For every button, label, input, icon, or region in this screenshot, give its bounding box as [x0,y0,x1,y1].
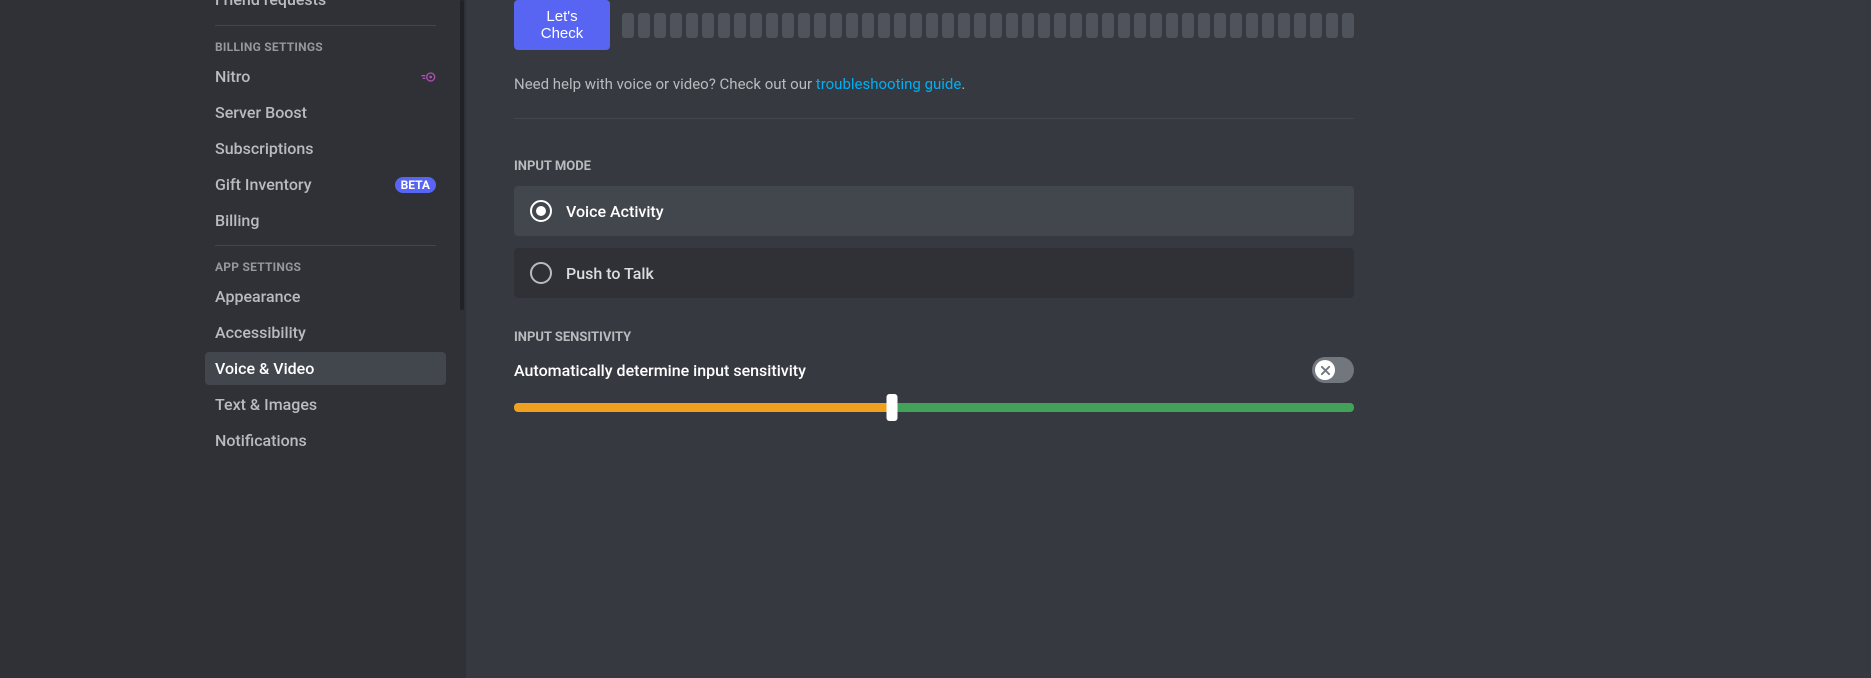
app-settings-header: APP SETTINGS [205,254,446,280]
slider-handle[interactable] [887,394,898,421]
main-content: Let's Check Need help with voice or vide… [466,0,1871,678]
meter-bar [798,13,810,38]
radio-label: Push to Talk [566,264,654,283]
meter-bar [974,13,986,38]
meter-bar [1054,13,1066,38]
meter-bar [1022,13,1034,38]
sidebar-item-label: Server Boost [215,103,307,122]
meter-bar [1118,13,1130,38]
divider [514,118,1354,119]
sidebar-item-label: Subscriptions [215,139,314,158]
sidebar-item-label: Voice & Video [215,359,314,378]
meter-bar [654,13,666,38]
sidebar-item-billing[interactable]: Billing [205,204,446,237]
meter-bar [1246,13,1258,38]
sidebar-item-server-boost[interactable]: Server Boost [205,96,446,129]
sidebar-item-notifications[interactable]: Notifications [205,424,446,457]
slider-track-low [514,403,892,412]
meter-bar [670,13,682,38]
sidebar-item-voice-video[interactable]: Voice & Video [205,352,446,385]
meter-bar [1070,13,1082,38]
meter-bar [702,13,714,38]
mic-level-meter [622,13,1354,38]
meter-bar [1198,13,1210,38]
meter-bar [814,13,826,38]
meter-bar [1230,13,1242,38]
meter-bar [1326,13,1338,38]
troubleshooting-guide-link[interactable]: troubleshooting guide [816,75,962,93]
sidebar-item-label: Appearance [215,287,300,306]
radio-voice-activity[interactable]: Voice Activity [514,186,1354,236]
meter-bar [1342,13,1354,38]
radio-label: Voice Activity [566,202,664,221]
meter-bar [878,13,890,38]
meter-bar [638,13,650,38]
meter-bar [942,13,954,38]
meter-bar [766,13,778,38]
sidebar-item-appearance[interactable]: Appearance [205,280,446,313]
sidebar-item-label: Nitro [215,67,250,86]
meter-bar [1102,13,1114,38]
help-text: Need help with voice or video? Check out… [514,75,1354,93]
meter-bar [1134,13,1146,38]
radio-push-to-talk[interactable]: Push to Talk [514,248,1354,298]
meter-bar [862,13,874,38]
meter-bar [1086,13,1098,38]
meter-bar [846,13,858,38]
beta-badge: BETA [395,177,436,193]
sidebar-item-friend-requests[interactable]: Friend requests [205,0,446,17]
meter-bar [830,13,842,38]
radio-circle-icon [530,262,552,284]
meter-bar [1214,13,1226,38]
meter-bar [910,13,922,38]
meter-bar [622,13,634,38]
nitro-icon [420,71,436,83]
input-mode-header: INPUT MODE [514,159,1354,174]
divider [215,25,436,26]
meter-bar [782,13,794,38]
toggle-knob [1315,360,1335,380]
meter-bar [1166,13,1178,38]
billing-settings-header: BILLING SETTINGS [205,34,446,60]
meter-bar [894,13,906,38]
meter-bar [734,13,746,38]
sidebar-item-gift-inventory[interactable]: Gift Inventory BETA [205,168,446,201]
meter-bar [1150,13,1162,38]
sidebar-item-subscriptions[interactable]: Subscriptions [205,132,446,165]
sensitivity-slider[interactable] [514,403,1354,412]
sidebar-item-label: Notifications [215,431,307,450]
meter-bar [1262,13,1274,38]
sidebar-item-label: Billing [215,211,259,230]
meter-bar [718,13,730,38]
radio-circle-icon [530,200,552,222]
settings-sidebar: Friend requests BILLING SETTINGS Nitro S… [205,0,458,678]
meter-bar [1294,13,1306,38]
meter-bar [1182,13,1194,38]
sidebar-item-nitro[interactable]: Nitro [205,60,446,93]
meter-bar [1038,13,1050,38]
meter-bar [1006,13,1018,38]
sidebar-item-accessibility[interactable]: Accessibility [205,316,446,349]
sidebar-item-label: Text & Images [215,395,317,414]
auto-sensitivity-toggle[interactable] [1312,357,1354,383]
sidebar-item-text-images[interactable]: Text & Images [205,388,446,421]
input-sensitivity-header: INPUT SENSITIVITY [514,330,1354,345]
divider [215,245,436,246]
slider-track-high [892,403,1354,412]
meter-bar [1278,13,1290,38]
sidebar-item-label: Accessibility [215,323,306,342]
meter-bar [1310,13,1322,38]
meter-bar [958,13,970,38]
x-icon [1320,365,1331,376]
meter-bar [990,13,1002,38]
sidebar-item-label: Gift Inventory [215,175,312,194]
meter-bar [750,13,762,38]
meter-bar [926,13,938,38]
auto-sensitivity-label: Automatically determine input sensitivit… [514,361,806,380]
meter-bar [686,13,698,38]
scrollbar-thumb[interactable] [460,0,464,310]
lets-check-button[interactable]: Let's Check [514,0,610,50]
sidebar-scrollbar[interactable] [458,0,466,678]
